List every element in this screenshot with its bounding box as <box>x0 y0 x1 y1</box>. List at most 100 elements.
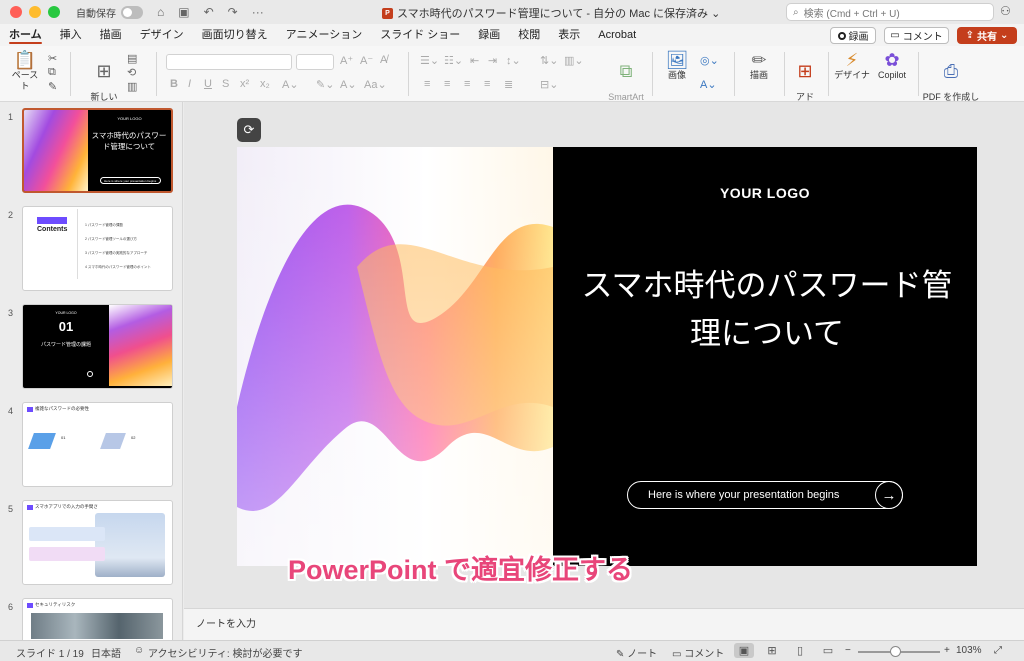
image-button[interactable]: 🖼 画像 <box>660 50 694 81</box>
autosave-toggle[interactable] <box>121 5 143 19</box>
current-slide[interactable]: YOUR LOGO スマホ時代のパスワード管理について Here is wher… <box>237 147 977 566</box>
zoom-slider-handle[interactable] <box>890 646 901 657</box>
thumbnail-row-6[interactable]: 6 セキュリティリスク <box>0 598 182 640</box>
tab-transitions[interactable]: 画面切り替え <box>193 24 277 46</box>
numbering-icon[interactable]: ☷⌄ <box>444 54 463 67</box>
tab-slideshow[interactable]: スライド ショー <box>371 24 469 46</box>
notes-input[interactable]: ノートを入力 <box>184 608 1024 640</box>
change-case-icon[interactable]: Aa⌄ <box>364 78 387 91</box>
redo-icon[interactable]: ↷ <box>228 5 238 19</box>
tab-draw[interactable]: 描画 <box>91 24 131 46</box>
undo-icon[interactable]: ↶ <box>204 5 214 19</box>
font-family-select[interactable] <box>166 54 292 70</box>
columns-icon[interactable]: ▥⌄ <box>564 54 584 67</box>
minimize-window-button[interactable] <box>29 6 41 18</box>
text-direction-icon[interactable]: ⇅⌄ <box>540 54 558 67</box>
shrink-font-icon[interactable]: A⁻ <box>360 54 373 67</box>
home-icon[interactable]: ⌂ <box>157 5 164 19</box>
bold-icon[interactable]: B <box>170 78 178 90</box>
comments-toggle[interactable]: ▭ コメント <box>672 645 724 660</box>
text-effects-icon[interactable]: A⌄ <box>282 78 299 91</box>
reading-view-button[interactable]: ▯ <box>790 643 810 658</box>
align-text-icon[interactable]: ⊟⌄ <box>540 78 558 91</box>
layout-icon[interactable]: ▤ <box>127 52 137 65</box>
subscript-icon[interactable]: x₂ <box>260 78 270 90</box>
font-size-select[interactable] <box>296 54 334 70</box>
slide-title[interactable]: スマホ時代のパスワード管理について <box>567 262 967 358</box>
save-icon[interactable]: ▣ <box>178 5 189 19</box>
reset-icon[interactable]: ⟲ <box>127 66 136 79</box>
comment-button[interactable]: ▭ コメント <box>884 27 949 44</box>
clear-format-icon[interactable]: A̸ <box>380 54 387 66</box>
fit-to-window-icon[interactable]: ⤢ <box>994 645 1002 656</box>
cut-icon[interactable]: ✂ <box>48 52 57 65</box>
font-color-icon[interactable]: A⌄ <box>340 78 357 91</box>
underline-icon[interactable]: U <box>204 78 212 90</box>
designer-suggestion-icon[interactable]: ⟳ <box>237 118 261 142</box>
tab-view[interactable]: 表示 <box>549 24 589 46</box>
thumbnail-row-2[interactable]: 2 Contents 1 パスワード管理の課題 2 パスワード管理ツールの選び方… <box>0 206 182 298</box>
zoom-level[interactable]: 103% <box>956 645 982 656</box>
paste-button[interactable]: 📋 ペースト <box>8 50 42 92</box>
tab-design[interactable]: デザイン <box>131 24 193 46</box>
thumbnail-row-3[interactable]: 3 YOUR LOGO 01 パスワード管理の課題 <box>0 304 182 396</box>
draw-button[interactable]: ✏ 描画 <box>742 50 776 81</box>
thumbnail-row-5[interactable]: 5 スマホアプリでの入力の手間さ <box>0 500 182 592</box>
distribute-icon[interactable]: ≣ <box>504 78 513 91</box>
close-window-button[interactable] <box>10 6 22 18</box>
thumbnail-item: 3 パスワード管理の実践的なアプローチ <box>85 251 148 255</box>
thumbnail-row-4[interactable]: 4 複雑なパスワードの必要性 01 02 <box>0 402 182 494</box>
strikethrough-icon[interactable]: S <box>222 78 229 90</box>
people-icon[interactable]: ⚇ <box>1000 4 1011 18</box>
justify-icon[interactable]: ≡ <box>484 78 490 90</box>
ribbon-divider <box>734 52 735 96</box>
normal-view-button[interactable]: ▣ <box>734 643 754 658</box>
bullets-icon[interactable]: ☰⌄ <box>420 54 439 67</box>
tab-insert[interactable]: 挿入 <box>51 24 91 46</box>
thumbnail-slide-6[interactable]: セキュリティリスク <box>22 598 173 640</box>
notes-toggle[interactable]: ✎ ノート <box>616 645 657 660</box>
zoom-out-icon[interactable]: − <box>845 645 851 656</box>
align-center-icon[interactable]: ≡ <box>444 78 450 90</box>
slide-sorter-view-button[interactable]: ⊞ <box>762 643 782 658</box>
textbox-icon[interactable]: A⌄ <box>700 78 717 91</box>
copy-icon[interactable]: ⧉ <box>48 66 56 79</box>
thumbnail-slide-2[interactable]: Contents 1 パスワード管理の課題 2 パスワード管理ツールの選び方 3… <box>22 206 173 291</box>
share-button[interactable]: ⇪ 共有 ⌄ <box>957 27 1017 44</box>
format-painter-icon[interactable]: ✎ <box>48 80 57 93</box>
copilot-button[interactable]: ✿ Copilot <box>874 50 910 81</box>
tab-animations[interactable]: アニメーション <box>277 24 372 46</box>
more-icon[interactable]: ··· <box>252 5 264 19</box>
zoom-in-icon[interactable]: + <box>944 645 950 656</box>
tab-acrobat[interactable]: Acrobat <box>589 24 645 46</box>
tab-home[interactable]: ホーム <box>0 24 51 46</box>
designer-button[interactable]: ⚡ デザイナ <box>834 50 870 81</box>
thumbnail-slide-3[interactable]: YOUR LOGO 01 パスワード管理の課題 <box>22 304 173 389</box>
thumbnail-slide-5[interactable]: スマホアプリでの入力の手間さ <box>22 500 173 585</box>
align-left-icon[interactable]: ≡ <box>424 78 430 90</box>
slideshow-view-button[interactable]: ▭ <box>818 643 838 658</box>
thumbnail-slide-4[interactable]: 複雑なパスワードの必要性 01 02 <box>22 402 173 487</box>
accessibility-status[interactable]: アクセシビリティ: 検討が必要です <box>148 645 302 660</box>
section-icon[interactable]: ▥ <box>127 80 137 93</box>
tab-record[interactable]: 録画 <box>469 24 509 46</box>
slide-cta-pill[interactable]: Here is where your presentation begins → <box>627 481 903 509</box>
grow-font-icon[interactable]: A⁺ <box>340 54 353 67</box>
slide-thumbnail-pane[interactable]: 1 YOUR LOGO スマホ時代のパスワード管理について Here is wh… <box>0 102 183 640</box>
superscript-icon[interactable]: x² <box>240 78 249 90</box>
language-indicator[interactable]: 日本語 <box>91 645 121 660</box>
italic-icon[interactable]: I <box>188 78 191 90</box>
shapes-icon[interactable]: ◎⌄ <box>700 54 719 67</box>
align-right-icon[interactable]: ≡ <box>464 78 470 90</box>
record-button[interactable]: 録画 <box>830 27 876 44</box>
highlight-icon[interactable]: ✎⌄ <box>316 78 334 91</box>
thumbnail-row-1[interactable]: 1 YOUR LOGO スマホ時代のパスワード管理について Here is wh… <box>0 108 182 200</box>
decrease-indent-icon[interactable]: ⇤ <box>470 54 479 67</box>
tab-review[interactable]: 校閲 <box>509 24 549 46</box>
thumbnail-slide-1[interactable]: YOUR LOGO スマホ時代のパスワード管理について Here is wher… <box>22 108 173 193</box>
increase-indent-icon[interactable]: ⇥ <box>488 54 497 67</box>
line-spacing-icon[interactable]: ↕⌄ <box>506 54 521 67</box>
zoom-window-button[interactable] <box>48 6 60 18</box>
document-title[interactable]: P スマホ時代のパスワード管理について - 自分の Mac に保存済み ⌄ <box>382 5 720 21</box>
search-input[interactable]: ⌕ 検索 (Cmd + Ctrl + U) <box>786 3 994 21</box>
